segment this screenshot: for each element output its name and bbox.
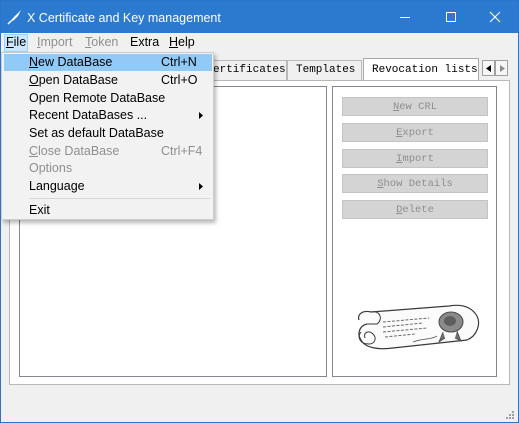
menu-item-open-database[interactable]: Open DataBase Ctrl+O (4, 72, 212, 89)
close-button[interactable] (472, 1, 518, 33)
new-database-shortcut: Ctrl+N (161, 55, 197, 69)
parchment-scroll-icon (358, 304, 480, 350)
import-label: mport (402, 153, 434, 165)
submenu-arrow-icon (199, 183, 203, 190)
close-database-mnemonic: C (29, 144, 39, 158)
menu-item-recent-databases[interactable]: Recent DataBases ... (4, 107, 212, 124)
menu-item-new-database[interactable]: New DataBase Ctrl+N (4, 54, 212, 71)
app-window: X Certificate and Key management File Im… (0, 0, 519, 423)
new-database-label: New DataBase (29, 55, 112, 69)
menu-item-options[interactable]: Options (4, 160, 212, 177)
minimize-icon (400, 17, 410, 18)
export-button[interactable]: Export (342, 123, 488, 142)
new-database-mnemonic: N (29, 55, 39, 69)
menu-help[interactable]: Help (167, 35, 197, 49)
tab-revocation-lists[interactable]: Revocation lists (363, 58, 479, 80)
menu-help-mnemonic: H (169, 35, 179, 49)
recent-databases-label: Recent DataBases ... (29, 108, 148, 122)
open-database-shortcut: Ctrl+O (161, 73, 198, 87)
options-label: Options (29, 161, 73, 175)
open-remote-database-label: Open Remote DataBase (29, 91, 166, 105)
quill-icon (7, 10, 21, 25)
status-bar (1, 403, 518, 422)
set-default-database-label: Set as default DataBase (29, 126, 164, 140)
delete-button[interactable]: Delete (342, 200, 488, 219)
show-details-button[interactable]: Show Details (342, 174, 488, 193)
new-crl-label: ew CRL (399, 101, 438, 113)
resize-grip-icon[interactable] (505, 410, 515, 420)
menu-item-exit[interactable]: Exit (4, 202, 212, 219)
maximize-button[interactable] (428, 1, 474, 33)
menu-file-mnemonic: F (6, 35, 14, 49)
arrow-right-icon (500, 65, 505, 72)
menu-item-set-default-database[interactable]: Set as default DataBase (4, 125, 212, 142)
menu-import[interactable]: Import (35, 35, 74, 49)
close-database-label: Close DataBase (29, 144, 119, 158)
submenu-arrow-icon (199, 112, 203, 119)
tab-templates[interactable]: Templates (287, 60, 362, 80)
menu-file[interactable]: File (4, 34, 29, 52)
close-database-rest: lose DataBase (38, 144, 120, 158)
menu-file-label: ile (13, 35, 27, 49)
window-title: X Certificate and Key management (27, 11, 221, 25)
show-details-label: how Details (383, 178, 453, 190)
file-menu-popup: New DataBase Ctrl+N Open DataBase Ctrl+O… (1, 52, 214, 220)
close-icon (489, 11, 501, 23)
import-button[interactable]: Import (342, 149, 488, 168)
menu-token[interactable]: Token (83, 35, 120, 49)
tab-certificates-label: ertificates (213, 64, 286, 76)
open-database-label: Open DataBase (29, 73, 118, 87)
delete-label: elete (402, 204, 434, 216)
menu-item-open-remote-database[interactable]: Open Remote DataBase (4, 90, 212, 107)
menu-separator (29, 198, 210, 199)
tab-revocation-lists-label: Revocation lists (372, 64, 478, 76)
menu-token-label: oken (91, 35, 119, 49)
close-database-shortcut: Ctrl+F4 (161, 144, 203, 158)
tab-scroll-left-button[interactable] (482, 60, 495, 76)
menu-bar: File Import Token Extra Help (1, 33, 518, 52)
menu-import-label: mport (40, 35, 73, 49)
exit-label: Exit (29, 203, 50, 217)
tab-scroll-right-button[interactable] (495, 60, 508, 76)
export-label: xport (402, 127, 434, 139)
language-label: Language (29, 179, 85, 193)
title-bar[interactable]: X Certificate and Key management (1, 1, 518, 33)
open-database-rest: pen DataBase (38, 73, 118, 87)
menu-help-label: elp (178, 35, 195, 49)
new-database-rest: ew DataBase (38, 55, 113, 69)
tab-templates-label: Templates (296, 64, 356, 76)
menu-item-close-database[interactable]: Close DataBase Ctrl+F4 (4, 143, 212, 160)
crl-action-panel: New CRL Export Import Show Details Delet… (332, 86, 497, 377)
open-database-mnemonic: O (29, 73, 39, 87)
menu-item-language[interactable]: Language (4, 178, 212, 195)
arrow-left-icon (486, 65, 491, 72)
minimize-button[interactable] (382, 1, 428, 33)
new-crl-button[interactable]: New CRL (342, 97, 488, 116)
menu-extra[interactable]: Extra (128, 35, 161, 49)
maximize-icon (446, 12, 456, 22)
